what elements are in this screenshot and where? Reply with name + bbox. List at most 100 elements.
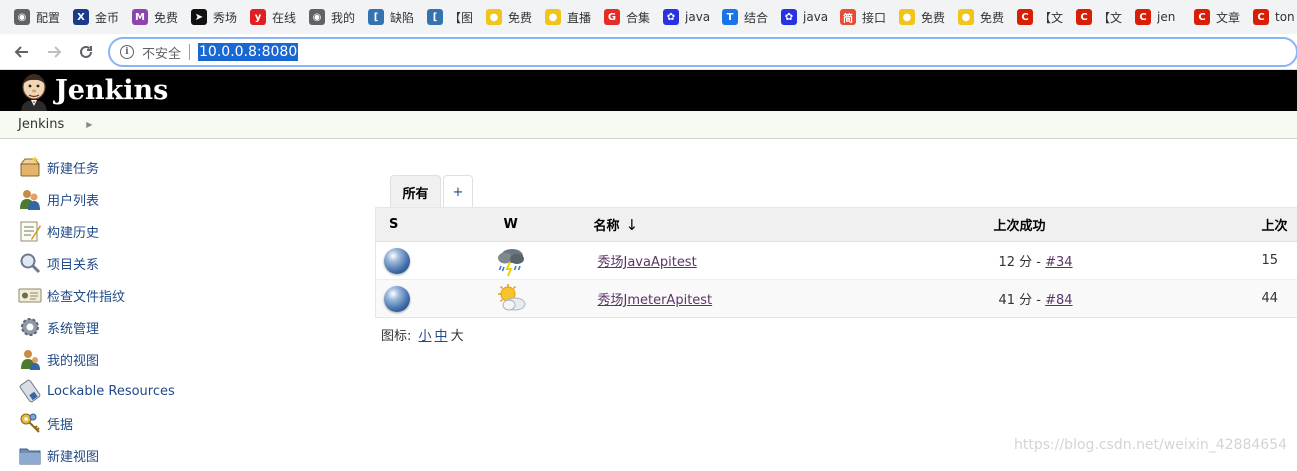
bookmark-label: 免费 <box>980 9 1004 26</box>
breadcrumb-jenkins[interactable]: Jenkins <box>18 117 64 132</box>
task-new-item[interactable]: 新建任务 <box>18 155 99 179</box>
bookmark-item[interactable]: [ 缺陷 <box>362 3 421 31</box>
breadcrumb-arrow-icon[interactable]: ▶ <box>86 120 92 129</box>
col-last-failure-header[interactable]: 上次 <box>1262 208 1297 242</box>
task-user[interactable]: 我的视图 <box>18 347 99 371</box>
watermark: https://blog.csdn.net/weixin_42884654 <box>1014 437 1287 453</box>
user-icon <box>18 347 42 371</box>
bookmark-label: 免费 <box>921 9 945 26</box>
bookmark-item[interactable]: ●免费 <box>952 3 1011 31</box>
bookmark-label: 【图 <box>449 9 473 26</box>
icon-size-legend: 图标: 小中大 <box>381 325 464 344</box>
bookmark-item[interactable]: ●免费 <box>480 3 539 31</box>
sort-arrow-icon: ↓ <box>626 216 639 234</box>
bookmark-item[interactable]: Cton <box>1247 3 1297 31</box>
back-arrow-icon <box>14 44 30 60</box>
col-last-success-header[interactable]: 上次成功 <box>994 208 1262 242</box>
jenkins-header: Jenkins <box>0 70 1297 111</box>
partly-cloudy-icon[interactable] <box>495 283 527 315</box>
tab-add-view[interactable]: + <box>443 175 473 208</box>
forward-button[interactable] <box>42 40 66 64</box>
bookmark-label: 缺陷 <box>390 9 414 26</box>
bookmark-item[interactable]: ◉我的 <box>303 3 362 31</box>
task-keys[interactable]: 凭据 <box>18 411 73 435</box>
icon-size-large[interactable]: 大 <box>451 329 464 344</box>
bookmark-label: 合集 <box>626 9 650 26</box>
task-fingerprint[interactable]: 检查文件指纹 <box>18 283 125 307</box>
reload-icon <box>78 44 94 60</box>
address-bar[interactable]: i 不安全 10.0.0.8:8080 <box>108 37 1297 67</box>
bookmark-item[interactable]: [【图 <box>421 3 480 31</box>
task-folder[interactable]: 新建视图 <box>18 443 99 467</box>
bookmark-item[interactable]: Cjen <box>1129 3 1188 31</box>
col-status-header[interactable]: S <box>376 208 496 242</box>
icon-size-small[interactable]: 小 <box>419 329 432 344</box>
blue-ball-icon[interactable] <box>384 248 410 274</box>
csdn-icon: C <box>1076 9 1092 25</box>
bookmark-item[interactable]: ➤秀场 <box>185 3 244 31</box>
last-failure-cell: 44 <box>1262 280 1297 318</box>
bookmark-label: 配置 <box>36 9 60 26</box>
task-gear[interactable]: 系统管理 <box>18 315 99 339</box>
task-search[interactable]: 项目关系 <box>18 251 99 275</box>
bookmark-item[interactable]: C文章 <box>1188 3 1247 31</box>
bookmark-label: 文章 <box>1216 9 1240 26</box>
y-logo-icon: y <box>250 9 266 25</box>
reload-button[interactable] <box>74 40 98 64</box>
bookmark-item[interactable]: ✿java <box>775 3 834 31</box>
bookmark-label: 免费 <box>154 9 178 26</box>
jian-icon: 简 <box>840 9 856 25</box>
bookmark-label: java <box>803 10 828 24</box>
csdn-icon: C <box>1135 9 1151 25</box>
jenkins-title[interactable]: Jenkins <box>55 72 168 110</box>
csdn-icon: C <box>1017 9 1033 25</box>
task-usb[interactable]: Lockable Resources <box>18 379 175 403</box>
bookmark-label: ton <box>1275 10 1295 24</box>
globe-icon: ◉ <box>309 9 325 25</box>
build-link[interactable]: #84 <box>1045 293 1072 308</box>
build-history-icon <box>18 219 42 243</box>
bookmark-label: 在线 <box>272 9 296 26</box>
tab-all[interactable]: 所有 <box>390 175 441 208</box>
bookmark-item[interactable]: ◉配置 <box>8 3 67 31</box>
task-label: 系统管理 <box>47 318 99 337</box>
job-link[interactable]: 秀场JmeterApitest <box>594 293 713 308</box>
col-weather-header[interactable]: W <box>496 208 594 242</box>
compass-icon: ➤ <box>191 9 207 25</box>
bookmark-item[interactable]: y 在线 <box>244 3 303 31</box>
bookmark-item[interactable]: C【文 <box>1070 3 1129 31</box>
back-button[interactable] <box>10 40 34 64</box>
bookmark-item[interactable]: ●免费 <box>893 3 952 31</box>
storm-icon[interactable] <box>495 245 527 277</box>
icon-size-medium[interactable]: 中 <box>435 329 448 344</box>
bookmark-item[interactable]: T结合 <box>716 3 775 31</box>
bookmark-label: 免费 <box>508 9 532 26</box>
breadcrumb: Jenkins ▶ <box>0 111 1297 139</box>
info-icon[interactable]: i <box>120 45 134 59</box>
bookmark-item[interactable]: X金币 <box>67 3 126 31</box>
bookmark-item[interactable]: ✿java <box>657 3 716 31</box>
weather-cell <box>496 280 594 318</box>
bookmark-item[interactable]: 简接口 <box>834 3 893 31</box>
jenkins-butler-icon[interactable] <box>16 73 52 111</box>
bookmark-item[interactable]: ●直播 <box>539 3 598 31</box>
bookmark-label: 金币 <box>95 9 119 26</box>
bookmark-item[interactable]: M免费 <box>126 3 185 31</box>
task-label: 新建任务 <box>47 158 99 177</box>
paw-icon: ✿ <box>663 9 679 25</box>
g-logo-icon: G <box>604 9 620 25</box>
omnibox-divider <box>189 44 190 60</box>
forward-arrow-icon <box>46 44 62 60</box>
build-link[interactable]: #34 <box>1045 255 1072 270</box>
task-people[interactable]: 用户列表 <box>18 187 99 211</box>
task-label: 新建视图 <box>47 446 99 465</box>
task-build-history[interactable]: 构建历史 <box>18 219 99 243</box>
bracket-icon: [ <box>368 9 384 25</box>
url-text[interactable]: 10.0.0.8:8080 <box>198 43 298 61</box>
bookmark-item[interactable]: G 合集 <box>598 3 657 31</box>
job-link[interactable]: 秀场JavaApitest <box>594 255 697 270</box>
people-icon <box>18 187 42 211</box>
blue-ball-icon[interactable] <box>384 286 410 312</box>
bookmark-item[interactable]: C【文 <box>1011 3 1070 31</box>
col-name-header[interactable]: 名称↓ <box>594 208 994 242</box>
